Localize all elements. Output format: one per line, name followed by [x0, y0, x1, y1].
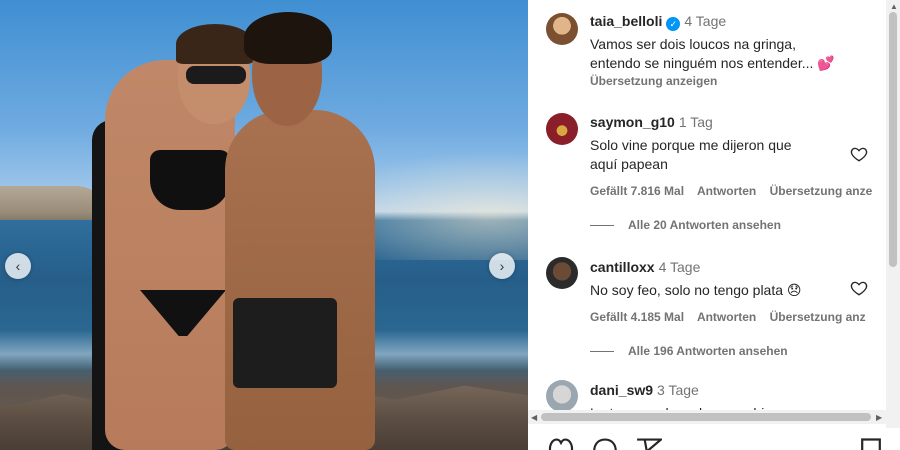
comment-time[interactable]: 3 Tage [657, 382, 699, 398]
author-avatar[interactable] [546, 13, 578, 45]
replies-dash [590, 224, 614, 226]
comment-translate-link[interactable]: Übersetzung anze [770, 184, 873, 198]
comment-icon[interactable] [592, 438, 618, 450]
comment-item: cantilloxx 4 Tage No soy feo, solo no ten… [590, 259, 880, 358]
comment-translate-link[interactable]: Übersetzung anz [770, 310, 866, 324]
caption-line-1: Vamos ser dois loucos na gringa, [590, 36, 796, 52]
heart-outline-icon[interactable] [850, 279, 868, 297]
view-replies-button[interactable]: Alle 20 Antworten ansehen [590, 218, 880, 232]
comment-text-line-2: aquí papean [590, 156, 668, 172]
caption-translate-link[interactable]: Übersetzung anzeigen [590, 74, 880, 88]
comment-text: No soy feo, solo no tengo plata 😞 [590, 282, 802, 298]
man-hair [244, 12, 332, 64]
comment-username[interactable]: dani_sw9 [590, 382, 653, 398]
horizontal-scrollbar-thumb[interactable] [541, 413, 871, 421]
man-shorts [233, 298, 337, 388]
like-icon[interactable] [548, 438, 574, 450]
post-photo[interactable]: ‹ › [0, 0, 528, 450]
woman-hair [176, 24, 254, 64]
reply-button[interactable]: Antworten [697, 310, 756, 324]
comment-meta: Gefällt 7.816 Mal Antworten Übersetzung … [590, 184, 880, 198]
comments-panel: taia_belloli ✓ 4 Tage Vamos ser dois louco… [528, 0, 900, 450]
comment-likes[interactable]: Gefällt 4.185 Mal [590, 310, 684, 324]
comment-likes[interactable]: Gefällt 7.816 Mal [590, 184, 684, 198]
view-replies-label: Alle 20 Antworten ansehen [628, 218, 781, 232]
comment-username[interactable]: saymon_g10 [590, 114, 675, 130]
view-replies-button[interactable]: Alle 196 Antworten ansehen [590, 344, 880, 358]
prev-image-button[interactable]: ‹ [5, 253, 31, 279]
post-time[interactable]: 4 Tage [684, 13, 726, 29]
chevron-left-icon: ‹ [15, 258, 21, 274]
heart-outline-icon[interactable] [850, 145, 868, 163]
view-replies-label: Alle 196 Antworten ansehen [628, 344, 788, 358]
comment-text-line-1: Solo vine porque me dijeron que [590, 137, 792, 153]
comment-item: saymon_g10 1 Tag Solo vine porque me dije… [590, 114, 880, 232]
comment-meta: Gefällt 4.185 Mal Antworten Übersetzung … [590, 310, 880, 324]
reply-button[interactable]: Antworten [697, 184, 756, 198]
action-bar [528, 428, 900, 450]
scroll-left-arrow[interactable]: ◀ [531, 413, 537, 422]
comments-scroll-area[interactable]: taia_belloli ✓ 4 Tage Vamos ser dois louco… [528, 0, 883, 428]
share-icon[interactable] [636, 438, 662, 450]
replies-dash [590, 350, 614, 352]
bikini-top [150, 150, 230, 210]
post-viewer: ‹ › taia_belloli ✓ 4 Tage Vamos ser dois l… [0, 0, 900, 450]
vertical-scrollbar-thumb[interactable] [889, 12, 897, 267]
next-image-button[interactable]: › [489, 253, 515, 279]
comment-time[interactable]: 4 Tage [659, 259, 701, 275]
commenter-avatar[interactable] [546, 113, 578, 145]
man-figure [225, 110, 375, 450]
comment-time[interactable]: 1 Tag [679, 114, 713, 130]
scroll-up-arrow[interactable]: ▲ [890, 2, 898, 11]
sunglasses [186, 66, 246, 84]
author-username[interactable]: taia_belloli [590, 13, 662, 29]
verified-badge-icon: ✓ [666, 17, 681, 31]
commenter-avatar[interactable] [546, 380, 578, 412]
chevron-right-icon: › [499, 258, 505, 274]
caption-line-2: entendo se ninguém nos entender... 💕 [590, 55, 835, 71]
comment-username[interactable]: cantilloxx [590, 259, 655, 275]
save-icon[interactable] [860, 438, 882, 450]
commenter-avatar[interactable] [546, 257, 578, 289]
scroll-right-arrow[interactable]: ▶ [876, 413, 882, 422]
caption: taia_belloli ✓ 4 Tage Vamos ser dois louco… [590, 13, 880, 88]
